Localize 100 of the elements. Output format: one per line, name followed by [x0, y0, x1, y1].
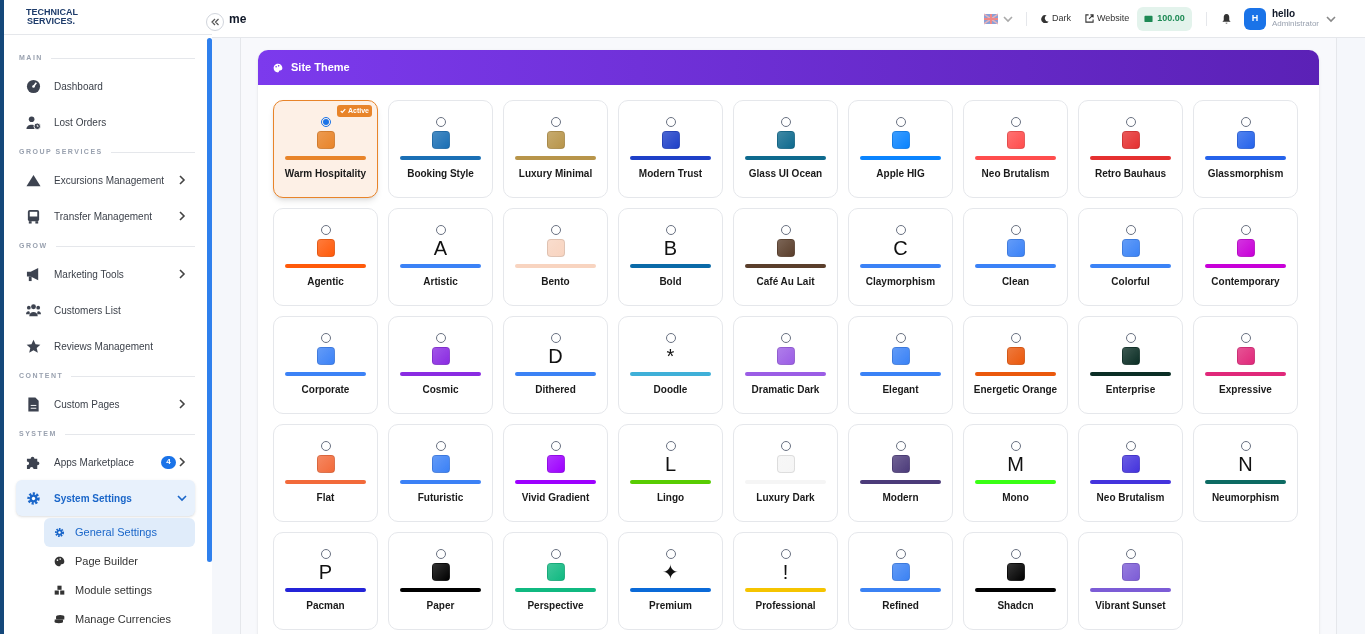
- theme-card[interactable]: Vibrant Sunset: [1078, 532, 1183, 630]
- theme-card[interactable]: Modern: [848, 424, 953, 522]
- radio-button[interactable]: [1240, 225, 1251, 235]
- theme-card[interactable]: Retro Bauhaus: [1078, 100, 1183, 198]
- radio-button[interactable]: [665, 117, 676, 127]
- radio-button[interactable]: [1125, 549, 1136, 559]
- radio-button[interactable]: [435, 117, 446, 127]
- theme-card[interactable]: Perspective: [503, 532, 608, 630]
- theme-card[interactable]: D Dithered: [503, 316, 608, 414]
- radio-button[interactable]: [1125, 333, 1136, 343]
- radio-button[interactable]: [780, 333, 791, 343]
- radio-button[interactable]: [780, 549, 791, 559]
- theme-card[interactable]: Flat: [273, 424, 378, 522]
- theme-card[interactable]: Luxury Minimal: [503, 100, 608, 198]
- language-selector[interactable]: [983, 11, 1014, 26]
- nav-item[interactable]: Dashboard: [16, 68, 195, 104]
- theme-card[interactable]: ✦ Premium: [618, 532, 723, 630]
- nav-item[interactable]: Lost Orders: [16, 104, 195, 140]
- radio-button[interactable]: [1010, 333, 1021, 343]
- radio-button[interactable]: [895, 225, 906, 235]
- theme-card[interactable]: Agentic: [273, 208, 378, 306]
- theme-card[interactable]: Neo Brutalism: [963, 100, 1068, 198]
- radio-button[interactable]: [665, 333, 676, 343]
- dark-mode-toggle[interactable]: Dark: [1040, 11, 1071, 26]
- radio-button[interactable]: [1240, 117, 1251, 127]
- radio-button[interactable]: [1010, 441, 1021, 451]
- theme-card[interactable]: M Mono: [963, 424, 1068, 522]
- nav-item[interactable]: Customers List: [16, 292, 195, 328]
- theme-card[interactable]: Clean: [963, 208, 1068, 306]
- wallet-balance[interactable]: 100.00: [1137, 6, 1192, 31]
- notifications-button[interactable]: [1220, 13, 1232, 24]
- radio-button[interactable]: [1010, 225, 1021, 235]
- submenu-item[interactable]: Manage Currencies: [44, 605, 195, 634]
- submenu-item[interactable]: Module settings: [44, 576, 195, 605]
- radio-button[interactable]: [780, 117, 791, 127]
- theme-card[interactable]: Contemporary: [1193, 208, 1298, 306]
- theme-card[interactable]: * Doodle: [618, 316, 723, 414]
- radio-button[interactable]: [665, 225, 676, 235]
- radio-button[interactable]: [1240, 333, 1251, 343]
- theme-card[interactable]: Vivid Gradient: [503, 424, 608, 522]
- theme-card[interactable]: Neo Brutalism: [1078, 424, 1183, 522]
- radio-button[interactable]: [1125, 117, 1136, 127]
- website-link[interactable]: Website: [1085, 11, 1130, 26]
- theme-card[interactable]: Modern Trust: [618, 100, 723, 198]
- radio-button[interactable]: [665, 549, 676, 559]
- theme-card[interactable]: C Claymorphism: [848, 208, 953, 306]
- theme-card[interactable]: L Lingo: [618, 424, 723, 522]
- theme-card[interactable]: N Neumorphism: [1193, 424, 1298, 522]
- theme-card[interactable]: Shadcn: [963, 532, 1068, 630]
- nav-item[interactable]: System Settings: [16, 480, 195, 516]
- theme-card[interactable]: Apple HIG: [848, 100, 953, 198]
- submenu-item[interactable]: Page Builder: [44, 547, 195, 576]
- radio-button[interactable]: [435, 333, 446, 343]
- scrollbar[interactable]: [207, 38, 212, 562]
- theme-card[interactable]: Energetic Orange: [963, 316, 1068, 414]
- theme-card[interactable]: P Pacman: [273, 532, 378, 630]
- collapse-button[interactable]: [206, 13, 224, 31]
- theme-card[interactable]: Glassmorphism: [1193, 100, 1298, 198]
- radio-button[interactable]: [435, 549, 446, 559]
- theme-card[interactable]: Café Au Lait: [733, 208, 838, 306]
- radio-button[interactable]: [895, 441, 906, 451]
- theme-card[interactable]: A Artistic: [388, 208, 493, 306]
- radio-button[interactable]: [895, 117, 906, 127]
- theme-card[interactable]: Luxury Dark: [733, 424, 838, 522]
- theme-card[interactable]: Cosmic: [388, 316, 493, 414]
- theme-card[interactable]: Futuristic: [388, 424, 493, 522]
- theme-card[interactable]: Corporate: [273, 316, 378, 414]
- radio-button[interactable]: [665, 441, 676, 451]
- radio-button[interactable]: [550, 549, 561, 559]
- radio-button[interactable]: [1240, 441, 1251, 451]
- nav-item[interactable]: Marketing Tools: [16, 256, 195, 292]
- nav-item[interactable]: Excursions Management: [16, 162, 195, 198]
- user-menu[interactable]: H hello Administrator: [1243, 7, 1337, 30]
- radio-button[interactable]: [435, 441, 446, 451]
- theme-card[interactable]: Enterprise: [1078, 316, 1183, 414]
- radio-button[interactable]: [550, 117, 561, 127]
- radio-button[interactable]: [1010, 549, 1021, 559]
- radio-button[interactable]: [550, 333, 561, 343]
- theme-card[interactable]: Paper: [388, 532, 493, 630]
- radio-button[interactable]: [550, 225, 561, 235]
- radio-button[interactable]: [435, 225, 446, 235]
- theme-card[interactable]: Dramatic Dark: [733, 316, 838, 414]
- radio-button[interactable]: [1125, 441, 1136, 451]
- radio-button[interactable]: [320, 549, 331, 559]
- radio-button[interactable]: [895, 333, 906, 343]
- nav-item[interactable]: Apps Marketplace 4: [16, 444, 195, 480]
- theme-card[interactable]: Bento: [503, 208, 608, 306]
- radio-button[interactable]: [1010, 117, 1021, 127]
- theme-card[interactable]: Booking Style: [388, 100, 493, 198]
- theme-card[interactable]: Refined: [848, 532, 953, 630]
- theme-card[interactable]: Colorful: [1078, 208, 1183, 306]
- nav-item[interactable]: Reviews Management: [16, 328, 195, 364]
- nav-item[interactable]: Transfer Management: [16, 198, 195, 234]
- radio-button[interactable]: [1125, 225, 1136, 235]
- radio-button[interactable]: [320, 333, 331, 343]
- radio-button[interactable]: [780, 225, 791, 235]
- theme-card[interactable]: ! Professional: [733, 532, 838, 630]
- submenu-item[interactable]: General Settings: [44, 518, 195, 547]
- nav-item[interactable]: Custom Pages: [16, 386, 195, 422]
- theme-card[interactable]: Expressive: [1193, 316, 1298, 414]
